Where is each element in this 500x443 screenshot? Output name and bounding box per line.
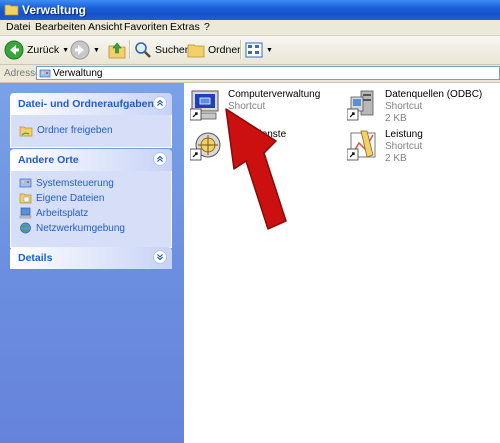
my-documents-link[interactable]: Eigene Dateien [19, 192, 104, 204]
up-folder-icon [108, 42, 126, 59]
title-bar[interactable]: Verwaltung [0, 0, 500, 20]
folder-icon [4, 4, 19, 16]
forward-arrow-icon [70, 40, 90, 60]
toolbar: Zurück ▼ ▼ Suchen Ordner ▼ [0, 36, 500, 65]
control-panel-label: Systemsteuerung [36, 177, 114, 189]
back-button[interactable]: Zurück ▼ [4, 39, 69, 61]
file-tasks-header[interactable]: Datei- und Ordneraufgaben [10, 93, 172, 115]
search-button[interactable]: Suchen [134, 39, 191, 61]
toolbar-separator [129, 40, 131, 59]
network-places-link[interactable]: Netzwerkumgebung [19, 222, 125, 234]
address-input[interactable]: Verwaltung [36, 66, 500, 80]
other-places-panel: Andere Orte Systemsteuerung Eigene Datei… [10, 149, 172, 248]
share-folder-label: Ordner freigeben [37, 125, 113, 136]
share-folder-icon [19, 126, 33, 137]
forward-dropdown-icon[interactable]: ▼ [93, 47, 100, 54]
search-icon [135, 42, 151, 58]
details-title: Details [18, 252, 53, 264]
control-panel-icon [19, 178, 32, 188]
collapse-icon[interactable] [153, 152, 167, 166]
file-tasks-panel: Datei- und Ordneraufgaben Ordner freigeb… [10, 93, 172, 148]
my-computer-icon [19, 207, 32, 219]
address-value: Verwaltung [53, 68, 103, 79]
red-annotation-arrow [225, 108, 287, 230]
menu-edit[interactable]: Bearbeiten [35, 21, 86, 33]
window-title: Verwaltung [22, 3, 87, 17]
file-tasks-body: Ordner freigeben [10, 115, 172, 148]
folders-icon [187, 44, 205, 58]
toolbar-separator [240, 40, 242, 59]
file-tasks-title: Datei- und Ordneraufgaben [18, 98, 154, 110]
file-list: Computerverwaltung Shortcut Datenquellen… [184, 83, 500, 443]
menu-help[interactable]: ? [204, 21, 210, 33]
other-places-title: Andere Orte [18, 154, 79, 166]
search-label: Suchen [155, 44, 191, 56]
my-documents-icon [19, 193, 32, 204]
menu-file[interactable]: Datei [6, 21, 31, 33]
details-panel: Details [10, 247, 172, 269]
other-places-body: Systemsteuerung Eigene Dateien Arbeitspl… [10, 171, 172, 248]
other-places-header[interactable]: Andere Orte [10, 149, 172, 171]
details-header[interactable]: Details [10, 247, 172, 269]
folders-button[interactable]: Ordner [187, 39, 241, 61]
address-bar: Adresse Verwaltung [0, 65, 500, 83]
views-button[interactable]: ▼ [245, 39, 273, 61]
up-folder-button[interactable] [107, 39, 127, 61]
task-pane: Datei- und Ordneraufgaben Ordner freigeb… [0, 83, 184, 443]
views-dropdown-icon[interactable]: ▼ [266, 47, 273, 54]
forward-button[interactable]: ▼ [70, 39, 100, 61]
back-label: Zurück [27, 44, 60, 56]
views-icon [245, 42, 263, 58]
my-computer-link[interactable]: Arbeitsplatz [19, 207, 88, 219]
control-panel-icon [39, 69, 51, 78]
menu-favorites[interactable]: Favoriten [124, 21, 168, 33]
back-dropdown-icon[interactable]: ▼ [62, 47, 69, 54]
menu-view[interactable]: Ansicht [88, 21, 122, 33]
my-documents-label: Eigene Dateien [36, 192, 105, 204]
share-folder-link[interactable]: Ordner freigeben [19, 124, 113, 137]
my-computer-label: Arbeitsplatz [36, 207, 89, 219]
expand-icon[interactable] [153, 250, 167, 264]
menu-tools[interactable]: Extras [170, 21, 200, 33]
collapse-icon[interactable] [153, 96, 167, 110]
menu-bar: Datei Bearbeiten Ansicht Favoriten Extra… [0, 20, 500, 36]
folders-label: Ordner [208, 44, 241, 56]
network-places-icon [20, 222, 31, 234]
control-panel-link[interactable]: Systemsteuerung [19, 177, 114, 189]
back-arrow-icon [4, 40, 24, 60]
network-places-label: Netzwerkumgebung [36, 222, 125, 234]
